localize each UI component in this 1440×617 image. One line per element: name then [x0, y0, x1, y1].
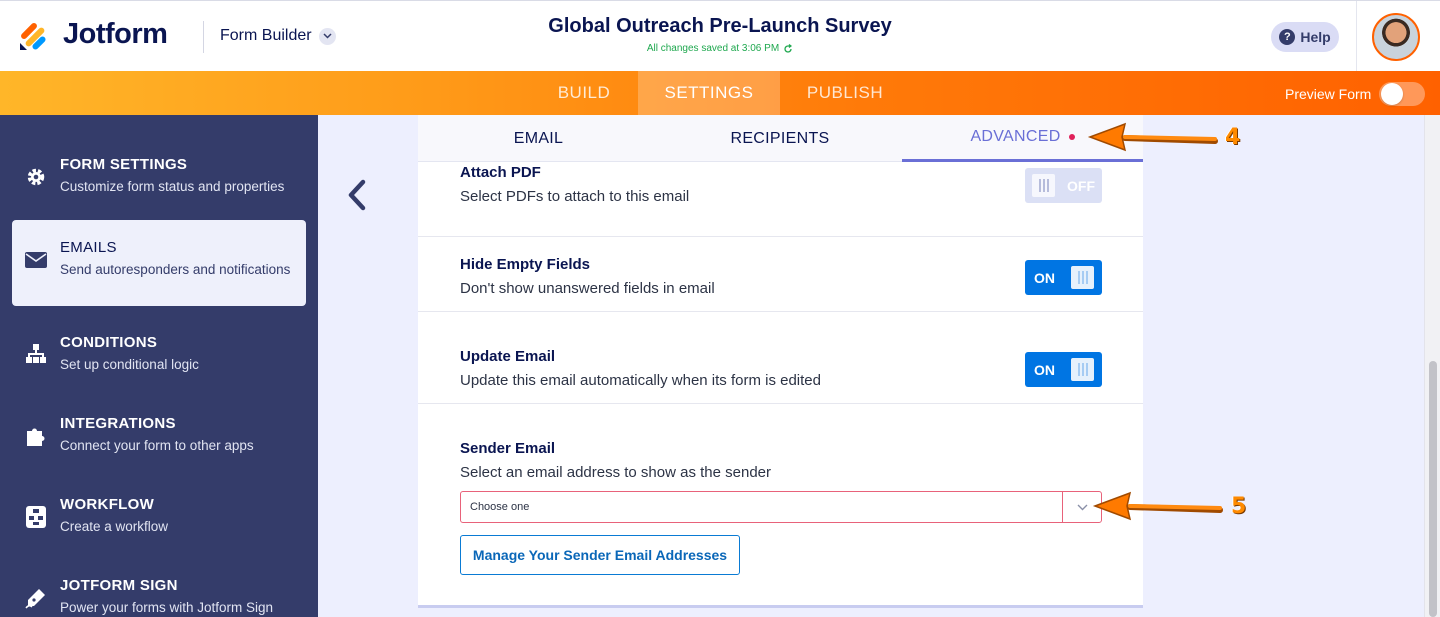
- sidebar-item-desc: Create a workflow: [60, 519, 169, 534]
- hide-empty-toggle[interactable]: ON: [1025, 260, 1102, 295]
- update-email-title: Update Email: [460, 348, 556, 365]
- sidebar-item-desc: Connect your form to other apps: [60, 438, 254, 453]
- form-builder-menu[interactable]: Form Builder: [220, 27, 336, 45]
- settings-sidebar: FORM SETTINGS Customize form status and …: [0, 115, 318, 617]
- preview-switch[interactable]: [1379, 82, 1426, 106]
- save-status-text: All changes saved at 3:06 PM: [646, 43, 780, 54]
- main-nav: BUILD SETTINGS PUBLISH Preview Form: [0, 71, 1440, 115]
- attach-pdf-desc: Select PDFs to attach to this email: [460, 188, 690, 205]
- scrollbar[interactable]: [1424, 115, 1440, 617]
- annotation-step-4: 4: [1225, 125, 1241, 150]
- jotform-logo[interactable]: Jotform: [18, 18, 168, 51]
- scrollbar-thumb[interactable]: [1429, 361, 1437, 617]
- switch-knob: [1381, 83, 1404, 105]
- sitemap-icon: [24, 343, 48, 367]
- sidebar-item-integrations[interactable]: INTEGRATIONS Connect your form to other …: [12, 396, 306, 482]
- sidebar-item-jotform-sign[interactable]: JOTFORM SIGN Power your forms with Jotfo…: [12, 558, 306, 617]
- toggle-state: ON: [1034, 361, 1055, 378]
- attach-pdf-toggle[interactable]: OFF: [1025, 168, 1102, 203]
- tab-recipients[interactable]: RECIPIENTS: [659, 115, 901, 162]
- sender-email-title: Sender Email: [460, 440, 556, 457]
- update-email-toggle[interactable]: ON: [1025, 352, 1102, 387]
- sidebar-item-emails[interactable]: EMAILS Send autoresponders and notificat…: [12, 220, 306, 306]
- tab-publish[interactable]: PUBLISH: [790, 71, 900, 115]
- panel-bottom-border: [418, 605, 1143, 608]
- update-email-desc: Update this email automatically when its…: [460, 372, 821, 389]
- toggle-knob: [1071, 358, 1094, 381]
- puzzle-icon: [24, 424, 48, 448]
- sidebar-item-title: JOTFORM SIGN: [60, 577, 178, 594]
- gear-icon: [24, 165, 48, 189]
- sidebar-item-desc: Set up conditional logic: [60, 357, 199, 372]
- sidebar-item-title: WORKFLOW: [60, 496, 155, 513]
- attach-pdf-title: Attach PDF: [460, 164, 541, 181]
- toggle-knob: [1032, 174, 1055, 197]
- annotation-step-5: 5: [1231, 494, 1247, 519]
- envelope-icon: [24, 248, 48, 272]
- header-divider: [203, 21, 204, 53]
- form-builder-label: Form Builder: [220, 27, 312, 44]
- sidebar-item-workflow[interactable]: WORKFLOW Create a workflow: [12, 477, 306, 563]
- hide-empty-desc: Don't show unanswered fields in email: [460, 280, 715, 297]
- sidebar-item-form-settings[interactable]: FORM SETTINGS Customize form status and …: [12, 137, 306, 223]
- preview-form-toggle[interactable]: Preview Form: [1285, 82, 1426, 106]
- sidebar-item-desc: Send autoresponders and notifications: [60, 262, 291, 277]
- header-divider-right: [1356, 1, 1357, 72]
- sender-email-select[interactable]: Choose one: [460, 491, 1102, 523]
- manage-sender-emails-button[interactable]: Manage Your Sender Email Addresses: [460, 535, 740, 575]
- jotform-logo-icon: [20, 22, 46, 50]
- preview-form-label: Preview Form: [1285, 86, 1372, 102]
- chevron-down-icon[interactable]: [1062, 492, 1101, 522]
- workflow-icon: [24, 505, 48, 529]
- tab-build[interactable]: BUILD: [540, 71, 628, 115]
- sidebar-item-desc: Customize form status and properties: [60, 179, 285, 194]
- update-email-row: Update Email Update this email automatic…: [418, 312, 1143, 404]
- save-status: All changes saved at 3:06 PM: [470, 43, 970, 54]
- refresh-icon[interactable]: [783, 43, 793, 54]
- sidebar-item-title: FORM SETTINGS: [60, 156, 188, 173]
- back-arrow-icon[interactable]: [343, 178, 371, 212]
- pen-icon: [24, 586, 48, 610]
- toggle-state: ON: [1034, 269, 1055, 286]
- tab-advanced[interactable]: ADVANCED: [902, 115, 1143, 162]
- chevron-down-icon: [318, 27, 336, 45]
- hide-empty-title: Hide Empty Fields: [460, 256, 591, 273]
- top-header: Jotform Form Builder Global Outreach Pre…: [0, 0, 1440, 72]
- notification-dot: [1068, 134, 1075, 140]
- sender-email-desc: Select an email address to show as the s…: [460, 464, 772, 481]
- toggle-knob: [1071, 266, 1094, 289]
- question-icon: ?: [1279, 29, 1296, 45]
- attach-pdf-row: Attach PDF Select PDFs to attach to this…: [418, 162, 1143, 237]
- sidebar-item-desc: Power your forms with Jotform Sign: [60, 600, 274, 615]
- sidebar-item-conditions[interactable]: CONDITIONS Set up conditional logic: [12, 315, 306, 401]
- email-tabs: EMAIL RECIPIENTS ADVANCED: [418, 115, 1143, 162]
- help-label: Help: [1300, 29, 1331, 45]
- form-title-area: Global Outreach Pre-Launch Survey All ch…: [470, 15, 970, 54]
- tab-settings[interactable]: SETTINGS: [638, 71, 780, 115]
- help-button[interactable]: ? Help: [1271, 22, 1339, 52]
- toggle-state: OFF: [1067, 177, 1095, 194]
- avatar[interactable]: [1372, 13, 1420, 61]
- sidebar-item-title: CONDITIONS: [60, 334, 158, 351]
- sidebar-item-title: EMAILS: [60, 239, 117, 256]
- logo-text: Jotform: [63, 18, 168, 50]
- form-title[interactable]: Global Outreach Pre-Launch Survey: [470, 15, 970, 38]
- hide-empty-fields-row: Hide Empty Fields Don't show unanswered …: [418, 237, 1143, 312]
- tab-advanced-label: ADVANCED: [970, 128, 1061, 145]
- tab-email[interactable]: EMAIL: [418, 115, 659, 162]
- sender-email-selected: Choose one: [470, 501, 530, 513]
- sidebar-item-title: INTEGRATIONS: [60, 415, 176, 432]
